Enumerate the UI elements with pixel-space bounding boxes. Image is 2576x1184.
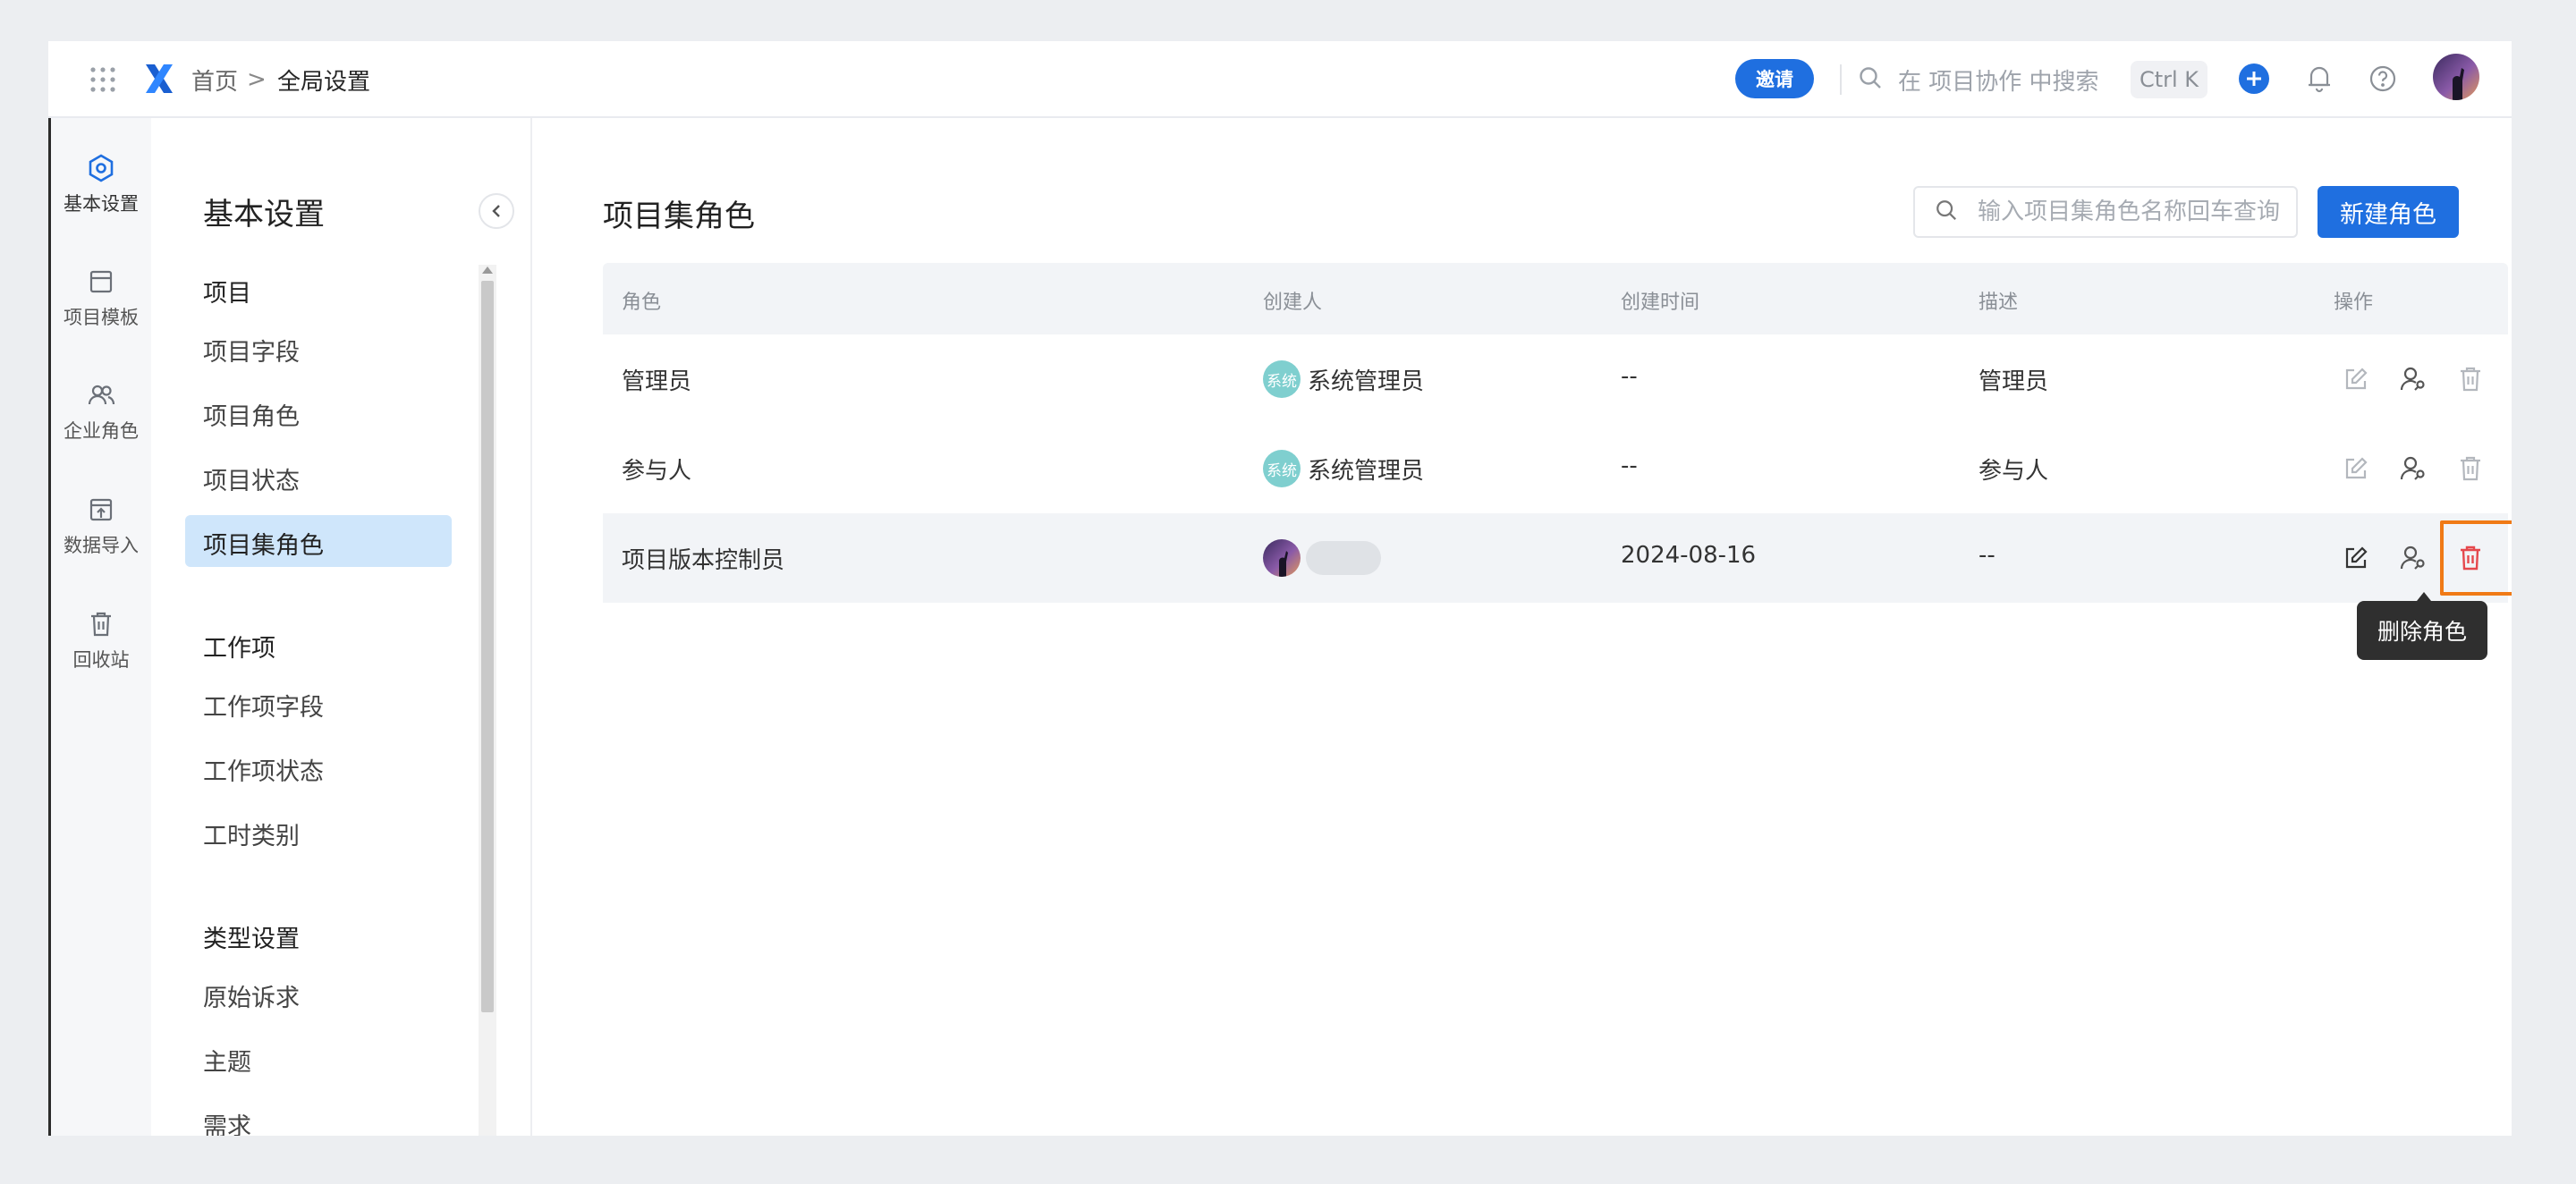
- avatar[interactable]: [2433, 54, 2479, 100]
- creator-name: 系统管理员: [1308, 368, 1425, 395]
- table-row[interactable]: 项目版本控制员 2024-08-16 --: [603, 513, 2512, 603]
- table-header: 角色 创建人 创建时间 描述 操作: [603, 263, 2508, 334]
- nav-link-original-request[interactable]: 原始诉求: [203, 978, 300, 1013]
- delete-icon[interactable]: [2454, 542, 2487, 574]
- nav-link-work-hour-types[interactable]: 工时类别: [203, 816, 300, 851]
- delete-icon[interactable]: [2454, 363, 2487, 395]
- rail-item-basic-settings[interactable]: 基本设置: [51, 145, 151, 234]
- role-name: 参与人: [622, 458, 692, 485]
- member-permission-icon[interactable]: [2397, 363, 2429, 395]
- creator-cell: 系统 系统管理员: [1263, 449, 1424, 488]
- column-header-creator: 创建人: [1263, 292, 1323, 314]
- page-title: 项目集角色: [603, 199, 755, 234]
- edit-icon[interactable]: [2340, 452, 2372, 485]
- nav-title: 基本设置: [203, 197, 325, 233]
- nav-link-requirement[interactable]: 需求: [203, 1107, 251, 1136]
- invite-button[interactable]: 邀请: [1735, 59, 1814, 98]
- table-row[interactable]: 参与人 系统 系统管理员 -- 参与人: [603, 424, 2508, 513]
- member-permission-icon[interactable]: [2397, 542, 2429, 574]
- search-shortcut-badge: Ctrl K: [2131, 61, 2207, 98]
- creator-cell: 系统 系统管理员: [1263, 359, 1424, 399]
- rail-label: 基本设置: [64, 193, 139, 215]
- users-icon: [83, 377, 119, 413]
- role-description: 参与人: [1979, 458, 2049, 485]
- rail-item-data-import[interactable]: 数据导入: [51, 486, 151, 576]
- table-row[interactable]: 管理员 系统 系统管理员 -- 管理员: [603, 334, 2508, 424]
- edit-icon[interactable]: [2340, 542, 2372, 574]
- nav-group-workitem: 工作项: [203, 635, 275, 663]
- nav-link-project-roles[interactable]: 项目角色: [203, 397, 300, 432]
- creator-cell: [1263, 538, 1381, 578]
- settings-hex-icon: [83, 150, 119, 186]
- import-icon: [83, 492, 119, 528]
- system-avatar: 系统: [1263, 450, 1301, 487]
- plus-icon[interactable]: [2238, 63, 2270, 95]
- left-rail: 基本设置 项目模板 企业角色 数据导入 回收站: [51, 118, 151, 1136]
- user-avatar: [1263, 539, 1301, 577]
- column-header-actions: 操作: [2334, 292, 2374, 314]
- created-time: 2024-08-16: [1621, 542, 1757, 569]
- breadcrumb-home[interactable]: 首页: [191, 61, 238, 98]
- nav-group-type-settings: 类型设置: [203, 926, 300, 953]
- nav-link-topic[interactable]: 主题: [203, 1043, 251, 1078]
- delete-role-tooltip: 删除角色: [2357, 592, 2487, 660]
- search-icon[interactable]: [1855, 63, 1885, 93]
- rail-label: 项目模板: [64, 307, 139, 328]
- creator-name: 系统管理员: [1308, 457, 1425, 485]
- app-window: 首页 > 全局设置 邀请 在 项目协作 中搜索 Ctrl K 基本设置 项目模板…: [48, 41, 2512, 1136]
- global-search-input[interactable]: 在 项目协作 中搜索: [1898, 61, 2099, 98]
- apps-grid-icon[interactable]: [86, 63, 120, 97]
- role-search-box[interactable]: [1913, 186, 2298, 238]
- member-permission-icon[interactable]: [2397, 452, 2429, 485]
- nav-link-program-roles[interactable]: 项目集角色: [203, 526, 324, 561]
- search-icon: [1935, 199, 1962, 225]
- template-icon: [83, 264, 119, 300]
- nav-group-project: 项目: [203, 280, 251, 308]
- rail-item-recycle-bin[interactable]: 回收站: [51, 601, 151, 690]
- new-role-button[interactable]: 新建角色: [2318, 186, 2459, 238]
- edit-icon[interactable]: [2340, 363, 2372, 395]
- delete-icon[interactable]: [2454, 452, 2487, 485]
- logo-icon[interactable]: [141, 59, 177, 98]
- settings-nav: 基本设置 项目 项目字段 项目角色 项目状态 项目集角色 工作项 工作项字段 工…: [151, 118, 532, 1136]
- column-header-role: 角色: [622, 292, 662, 314]
- nav-link-workitem-status[interactable]: 工作项状态: [203, 752, 324, 787]
- rail-label: 数据导入: [64, 535, 139, 556]
- column-header-description: 描述: [1979, 292, 2019, 314]
- breadcrumb-separator: >: [247, 66, 267, 93]
- role-name: 管理员: [622, 368, 692, 395]
- created-time: --: [1621, 452, 1638, 479]
- nav-link-project-fields[interactable]: 项目字段: [203, 333, 300, 368]
- role-description: 管理员: [1979, 368, 2049, 395]
- nav-link-workitem-fields[interactable]: 工作项字段: [203, 688, 324, 723]
- main-content: 项目集角色 新建角色 角色 创建人 创建时间 描述 操作 管理员: [552, 118, 2512, 1136]
- breadcrumb-current: 全局设置: [277, 68, 371, 96]
- scroll-up-arrow-icon[interactable]: [482, 266, 493, 274]
- system-avatar: 系统: [1263, 360, 1301, 398]
- collapse-nav-button[interactable]: [479, 193, 514, 229]
- top-bar: 首页 > 全局设置 邀请 在 项目协作 中搜索 Ctrl K: [48, 41, 2512, 118]
- nav-link-project-status[interactable]: 项目状态: [203, 461, 300, 496]
- rail-label: 回收站: [72, 649, 130, 671]
- roles-table: 角色 创建人 创建时间 描述 操作 管理员 系统 系统管理员 -- 管理员 参与…: [603, 263, 2512, 603]
- creator-name-redacted: [1306, 541, 1381, 575]
- column-header-created-time: 创建时间: [1621, 292, 1700, 314]
- nav-scrollbar-thumb[interactable]: [481, 281, 494, 1012]
- role-search-input[interactable]: [1978, 199, 2291, 225]
- rail-item-project-template[interactable]: 项目模板: [51, 258, 151, 348]
- rail-item-enterprise-roles[interactable]: 企业角色: [51, 372, 151, 461]
- topbar-divider: [1840, 64, 1842, 95]
- help-icon[interactable]: [2365, 61, 2401, 97]
- role-description: --: [1979, 542, 1996, 569]
- bell-icon[interactable]: [2302, 61, 2336, 97]
- role-name: 项目版本控制员: [622, 547, 785, 574]
- chevron-left-icon: [490, 204, 503, 218]
- rail-label: 企业角色: [64, 420, 139, 442]
- trash-icon: [83, 606, 119, 642]
- created-time: --: [1621, 363, 1638, 390]
